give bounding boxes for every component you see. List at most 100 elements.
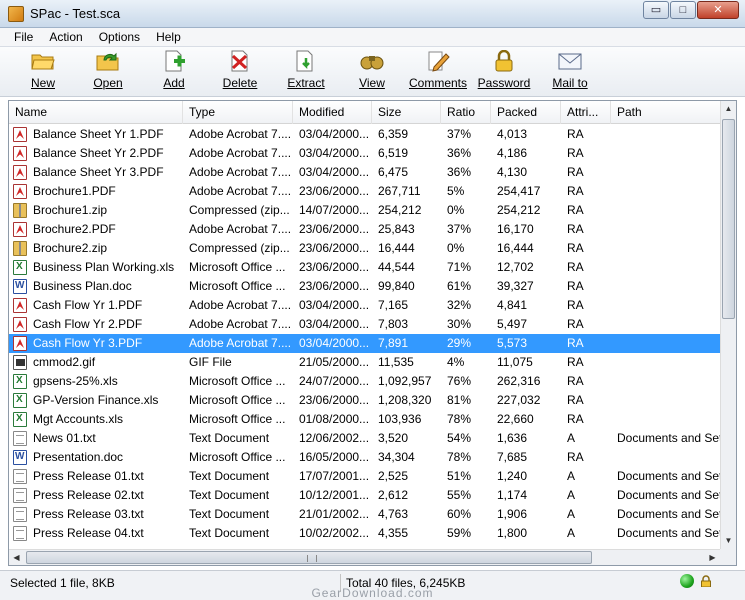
open-button[interactable]: Open (77, 50, 139, 94)
title-bar: SPac - Test.sca ▭ □ ✕ (0, 0, 745, 28)
cell-packed: 254,417 (497, 184, 541, 198)
scroll-down-arrow[interactable]: ▼ (721, 533, 736, 549)
column-name[interactable]: Name (9, 101, 183, 124)
cell-modified: 16/05/2000... (299, 450, 370, 464)
file-row[interactable]: Balance Sheet Yr 2.PDF Adobe Acrobat 7...… (9, 144, 721, 163)
file-row[interactable]: Press Release 01.txt Text Document 17/07/2… (9, 467, 721, 486)
file-row[interactable]: Press Release 02.txt Text Document 10/12/2… (9, 486, 721, 505)
cell-name: News 01.txt (33, 431, 96, 445)
menu-file[interactable]: File (6, 28, 41, 46)
window-controls: ▭ □ ✕ (643, 1, 739, 19)
extract-button[interactable]: Extract (275, 50, 337, 94)
cell-type: Adobe Acrobat 7.... (189, 127, 292, 141)
password-button[interactable]: Password (473, 50, 535, 94)
cell-packed: 1,240 (497, 469, 528, 483)
minimize-button[interactable]: ▭ (643, 1, 669, 19)
cell-attr: RA (567, 374, 584, 388)
file-row[interactable]: Business Plan.doc Microsoft Office ... 23/… (9, 277, 721, 296)
file-row[interactable]: Cash Flow Yr 1.PDF Adobe Acrobat 7.... 03/… (9, 296, 721, 315)
vertical-scroll-thumb[interactable] (722, 119, 735, 319)
view-label: View (359, 76, 385, 90)
column-modified[interactable]: Modified (293, 101, 372, 124)
cell-size: 7,165 (378, 298, 409, 312)
file-row[interactable]: Mgt Accounts.xls Microsoft Office ... 01/0… (9, 410, 721, 429)
file-row[interactable]: Press Release 04.txt Text Document 10/02/2… (9, 524, 721, 543)
cell-type: Text Document (189, 507, 270, 521)
file-row[interactable]: GP-Version Finance.xls Microsoft Office .… (9, 391, 721, 410)
file-row[interactable]: Brochure1.zip Compressed (zip... 14/07/200… (9, 201, 721, 220)
cell-attr: A (567, 526, 576, 540)
cell-ratio: 29% (447, 336, 472, 350)
file-rows: Balance Sheet Yr 1.PDF Adobe Acrobat 7...… (9, 125, 721, 551)
cell-modified: 03/04/2000... (299, 165, 370, 179)
menu-help[interactable]: Help (148, 28, 189, 46)
file-row[interactable]: Presentation.doc Microsoft Office ... 16/0… (9, 448, 721, 467)
menu-action[interactable]: Action (41, 28, 90, 46)
maximize-button[interactable]: □ (670, 1, 696, 19)
scroll-right-arrow[interactable]: ▶ (705, 550, 720, 565)
app-icon (8, 6, 24, 22)
cell-packed: 4,130 (497, 165, 528, 179)
cell-size: 44,544 (378, 260, 415, 274)
cell-type: Text Document (189, 469, 270, 483)
column-size[interactable]: Size (372, 101, 441, 124)
scroll-up-arrow[interactable]: ▲ (721, 101, 736, 117)
file-row[interactable]: cmmod2.gif GIF File 21/05/2000... 11,535 4% 1… (9, 353, 721, 372)
horizontal-scroll-thumb[interactable] (26, 551, 592, 564)
file-row[interactable]: Brochure2.zip Compressed (zip... 23/06/200… (9, 239, 721, 258)
cell-path (611, 125, 721, 144)
cell-attr: RA (567, 298, 584, 312)
cell-type: Microsoft Office ... (189, 374, 286, 388)
menu-options[interactable]: Options (91, 28, 148, 46)
cell-modified: 03/04/2000... (299, 127, 370, 141)
cell-name: Balance Sheet Yr 3.PDF (33, 165, 164, 179)
file-list[interactable]: Name Type Modified Size Ratio Packed Att… (8, 100, 737, 566)
cell-path (611, 201, 721, 220)
vertical-scrollbar[interactable]: ▲ ▼ (720, 101, 736, 550)
cell-attr: A (567, 488, 576, 502)
close-button[interactable]: ✕ (697, 1, 739, 19)
column-type[interactable]: Type (183, 101, 293, 124)
cell-size: 3,520 (378, 431, 409, 445)
cell-path (611, 315, 721, 334)
add-button[interactable]: Add (143, 50, 205, 94)
horizontal-scrollbar[interactable]: ◀ ▶ (9, 549, 721, 565)
column-ratio[interactable]: Ratio (441, 101, 491, 124)
file-row[interactable]: Brochure2.PDF Adobe Acrobat 7.... 23/06/20… (9, 220, 721, 239)
new-button[interactable]: New (12, 50, 74, 94)
file-row[interactable]: News 01.txt Text Document 12/06/2002... 3,5… (9, 429, 721, 448)
view-button[interactable]: View (341, 50, 403, 94)
cell-packed: 4,013 (497, 127, 528, 141)
file-row[interactable]: Press Release 03.txt Text Document 21/01/2… (9, 505, 721, 524)
cell-packed: 1,906 (497, 507, 528, 521)
cell-size: 6,519 (378, 146, 409, 160)
cell-attr: RA (567, 450, 584, 464)
cell-attr: RA (567, 317, 584, 331)
cell-packed: 5,497 (497, 317, 528, 331)
column-packed[interactable]: Packed (491, 101, 561, 124)
cell-ratio: 81% (447, 393, 472, 407)
delete-button[interactable]: Delete (209, 50, 271, 94)
file-row[interactable]: Business Plan Working.xls Microsoft Offic… (9, 258, 721, 277)
file-row[interactable]: Balance Sheet Yr 1.PDF Adobe Acrobat 7...… (9, 125, 721, 144)
file-row[interactable]: Brochure1.PDF Adobe Acrobat 7.... 23/06/20… (9, 182, 721, 201)
file-row[interactable]: Cash Flow Yr 3.PDF Adobe Acrobat 7.... 03/… (9, 334, 721, 353)
file-row[interactable]: gpsens-25%.xls Microsoft Office ... 24/07/… (9, 372, 721, 391)
toolbar: New Open Add Delete Extract View Comment… (0, 47, 745, 97)
extract-label: Extract (287, 76, 325, 90)
cell-type: Text Document (189, 526, 270, 540)
column-path[interactable]: Path (611, 101, 721, 124)
cell-modified: 23/06/2000... (299, 184, 370, 198)
cell-name: Balance Sheet Yr 1.PDF (33, 127, 164, 141)
comments-button[interactable]: Comments (407, 50, 469, 94)
scroll-left-arrow[interactable]: ◀ (9, 550, 24, 565)
cell-size: 7,891 (378, 336, 409, 350)
cell-attr: RA (567, 241, 584, 255)
cell-ratio: 4% (447, 355, 465, 369)
cell-size: 267,711 (378, 184, 421, 198)
file-row[interactable]: Balance Sheet Yr 3.PDF Adobe Acrobat 7...… (9, 163, 721, 182)
mail-to-button[interactable]: Mail to (539, 50, 601, 94)
column-header: Name Type Modified Size Ratio Packed Att… (9, 101, 721, 124)
column-attributes[interactable]: Attri... (561, 101, 611, 124)
file-row[interactable]: Cash Flow Yr 2.PDF Adobe Acrobat 7.... 03/… (9, 315, 721, 334)
